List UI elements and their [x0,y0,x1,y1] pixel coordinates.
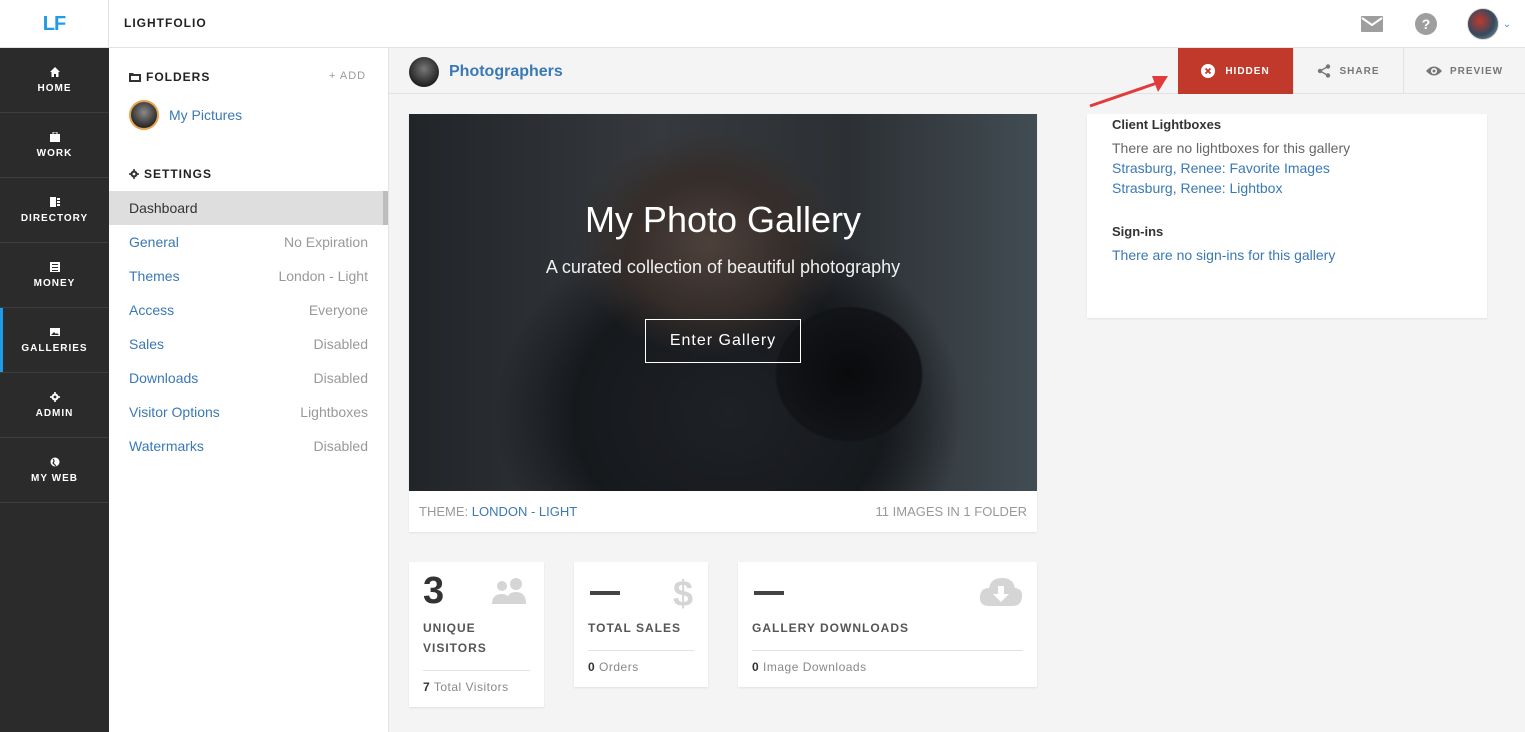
directory-icon [49,196,60,207]
app-logo[interactable]: LF [0,0,109,48]
lightbox-link[interactable]: Strasburg, Renee: Lightbox [1112,180,1282,196]
annotation-arrow [1089,76,1168,108]
nav-label: WORK [36,147,73,159]
stat-empty-dash [754,591,784,595]
divider [588,650,694,651]
nav-item-my-web[interactable]: MY WEB [0,438,109,503]
nav-label: DIRECTORY [20,212,89,224]
nav-label: HOME [37,82,72,94]
main-nav: HOME WORK DIRECTORY MONEY GALLERIES ADMI… [0,48,109,732]
settings-item-access[interactable]: Access Everyone [109,293,388,327]
home-icon [49,66,60,77]
add-folder-link[interactable]: + ADD [329,70,366,82]
settings-item-visitor-options[interactable]: Visitor Options Lightboxes [109,395,388,429]
svg-text:?: ? [1422,16,1431,32]
stat-footer: 0 Orders [588,660,639,674]
stat-card-visitors: 3 UNIQUE VISITORS 7 Total Visitors [409,562,544,707]
gallery-thumbnail[interactable] [409,57,439,87]
help-icon[interactable]: ? [1399,0,1453,48]
gallery-preview-card: My Photo Gallery A curated collection of… [409,114,1037,532]
stat-value: 3 [423,570,445,612]
mail-icon[interactable] [1345,0,1399,48]
nav-item-admin[interactable]: ADMIN [0,373,109,438]
folder-thumbnail [129,100,159,130]
images-count: 11 IMAGES IN 1 FOLDER [875,504,1027,519]
nav-label: MONEY [33,277,76,289]
signins-heading: Sign-ins [1112,224,1164,239]
settings-item-themes[interactable]: Themes London - Light [109,259,388,293]
gallery-cover-image: My Photo Gallery A curated collection of… [409,114,1037,491]
stat-empty-dash [590,591,620,595]
nav-item-galleries[interactable]: GALLERIES [0,308,109,373]
lightboxes-empty-text: There are no lightboxes for this gallery [1112,140,1351,156]
divider [752,650,1023,651]
cloud-download-icon [979,578,1023,606]
settings-item-watermarks[interactable]: Watermarks Disabled [109,429,388,463]
app-title: LIGHTFOLIO [124,16,207,30]
stat-card-downloads: GALLERY DOWNLOADS 0 Image Downloads [738,562,1037,687]
chevron-down-icon[interactable]: ⌄ [1503,19,1511,30]
nav-item-directory[interactable]: DIRECTORY [0,178,109,243]
nav-label: GALLERIES [21,342,88,354]
gallery-preview-footer: THEME: LONDON - LIGHT 11 IMAGES IN 1 FOL… [409,491,1037,532]
settings-item-downloads[interactable]: Downloads Disabled [109,361,388,395]
stat-card-sales: $ TOTAL SALES 0 Orders [574,562,708,687]
gallery-header: Photographers HIDDEN SHARE PREVIEW [389,48,1525,94]
nav-label: MY WEB [31,472,78,484]
stat-label: GALLERY DOWNLOADS [752,621,909,635]
client-lightboxes-heading: Client Lightboxes [1112,117,1222,132]
galleries-icon [49,327,60,337]
gear-icon [129,169,139,179]
client-activity-card: Client Lightboxes There are no lightboxe… [1087,114,1487,318]
gallery-settings-panel: FOLDERS + ADD My Pictures SETTINGS Dashb… [109,48,389,732]
gallery-title[interactable]: Photographers [449,63,563,81]
preview-button[interactable]: PREVIEW [1403,48,1525,94]
stat-label: UNIQUE [423,621,476,635]
share-icon [1318,64,1331,78]
settings-item-sales[interactable]: Sales Disabled [109,327,388,361]
nav-item-work[interactable]: WORK [0,113,109,178]
top-bar: LF LIGHTFOLIO ? ⌄ [0,0,1525,48]
user-menu[interactable]: ⌄ [1453,0,1525,48]
stat-label: VISITORS [423,641,487,655]
hero-subtitle: A curated collection of beautiful photog… [545,257,901,277]
divider [423,670,530,671]
nav-item-home[interactable]: HOME [0,48,109,113]
folder-item[interactable]: My Pictures [129,100,242,130]
hero-title: My Photo Gallery [584,199,862,240]
lightbox-link[interactable]: Strasburg, Renee: Favorite Images [1112,160,1330,176]
eye-icon [1425,66,1442,76]
nav-label: ADMIN [35,407,74,419]
theme-info: THEME: LONDON - LIGHT [419,504,578,519]
nav-item-money[interactable]: MONEY [0,243,109,308]
svg-text:$: $ [673,576,693,610]
share-button[interactable]: SHARE [1293,48,1403,94]
folder-icon [129,73,141,82]
globe-icon [50,457,60,467]
stat-label: TOTAL SALES [588,621,682,635]
work-icon [49,131,60,142]
dollar-icon: $ [673,576,693,610]
theme-link[interactable]: LONDON - LIGHT [472,504,577,519]
enter-gallery-button[interactable]: Enter Gallery [645,319,801,363]
stat-footer: 7 Total Visitors [423,680,509,694]
money-icon [49,261,60,272]
folder-label: My Pictures [169,107,243,123]
settings-heading: SETTINGS [129,167,212,181]
settings-item-dashboard[interactable]: Dashboard [109,191,388,225]
settings-list: Dashboard General No Expiration Themes Lon… [109,191,388,463]
top-icons: ? ⌄ [1345,0,1525,48]
stat-footer: 0 Image Downloads [752,660,867,674]
users-icon [492,578,526,604]
gear-icon [49,391,60,402]
avatar[interactable] [1466,8,1499,40]
close-circle-icon [1201,64,1216,78]
settings-item-general[interactable]: General No Expiration [109,225,388,259]
hidden-button[interactable]: HIDDEN [1178,48,1293,94]
signins-text: There are no sign-ins for this gallery [1112,247,1336,263]
folders-heading: FOLDERS [129,70,210,84]
